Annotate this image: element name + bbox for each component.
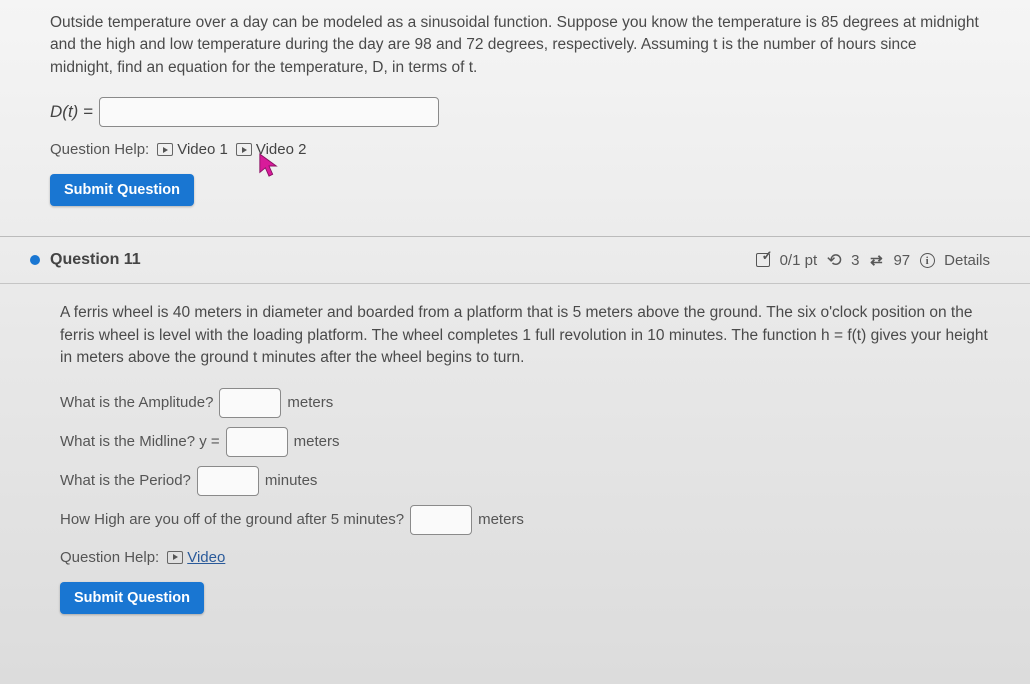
period-input[interactable]: [197, 466, 259, 496]
play-icon: [157, 143, 173, 156]
midline-label: What is the Midline? y =: [60, 433, 220, 450]
info-icon: [918, 251, 936, 269]
height-unit: meters: [478, 511, 524, 528]
height-label: How High are you off of the ground after…: [60, 511, 404, 528]
question-11-prompt: A ferris wheel is 40 meters in diameter …: [60, 302, 990, 369]
question-11-help-row: Question Help: Video: [60, 549, 990, 566]
question-help-row: Question Help: Video 1 Video 2: [50, 141, 980, 158]
play-icon: [167, 551, 183, 564]
question-help-label: Question Help:: [50, 141, 149, 158]
question-11-meta: 0/1 pt 3 97 Details: [754, 251, 990, 269]
video-2-label: Video 2: [256, 141, 307, 158]
submit-question-button[interactable]: Submit Question: [50, 174, 194, 206]
question-11-body: A ferris wheel is 40 meters in diameter …: [0, 284, 1030, 613]
height-row: How High are you off of the ground after…: [60, 505, 990, 535]
swap-icon: [867, 251, 885, 269]
input-label-d-of-t: D(t) =: [50, 102, 93, 122]
score-icon: [754, 251, 772, 269]
midline-unit: meters: [294, 433, 340, 450]
video-2-link[interactable]: Video 2: [236, 141, 307, 158]
attempts-text: 97: [893, 252, 910, 269]
video-1-label: Video 1: [177, 141, 228, 158]
active-question-bullet-icon: [30, 255, 40, 265]
amplitude-row: What is the Amplitude? meters: [60, 388, 990, 418]
question-11-title: Question 11: [50, 251, 141, 269]
question-11-header: Question 11 0/1 pt 3 97 Details: [0, 237, 1030, 284]
period-unit: minutes: [265, 472, 318, 489]
midline-input[interactable]: [226, 427, 288, 457]
play-icon: [236, 143, 252, 156]
answer-input-d-of-t[interactable]: [99, 97, 439, 127]
period-label: What is the Period?: [60, 472, 191, 489]
score-text: 0/1 pt: [780, 252, 818, 269]
retries-text: 3: [851, 252, 859, 269]
amplitude-label: What is the Amplitude?: [60, 394, 213, 411]
midline-row: What is the Midline? y = meters: [60, 427, 990, 457]
submit-question-11-button[interactable]: Submit Question: [60, 582, 204, 614]
video-link[interactable]: Video: [167, 549, 225, 566]
answer-row-d-of-t: D(t) =: [50, 97, 980, 127]
amplitude-input[interactable]: [219, 388, 281, 418]
details-link[interactable]: Details: [944, 252, 990, 269]
question-10-body: Outside temperature over a day can be mo…: [0, 0, 1030, 216]
retry-icon: [825, 251, 843, 269]
question-11-help-label: Question Help:: [60, 549, 159, 566]
question-10-prompt: Outside temperature over a day can be mo…: [50, 12, 980, 79]
video-1-link[interactable]: Video 1: [157, 141, 228, 158]
height-input[interactable]: [410, 505, 472, 535]
video-label: Video: [187, 549, 225, 566]
amplitude-unit: meters: [287, 394, 333, 411]
question-11-title-group: Question 11: [30, 251, 141, 269]
period-row: What is the Period? minutes: [60, 466, 990, 496]
